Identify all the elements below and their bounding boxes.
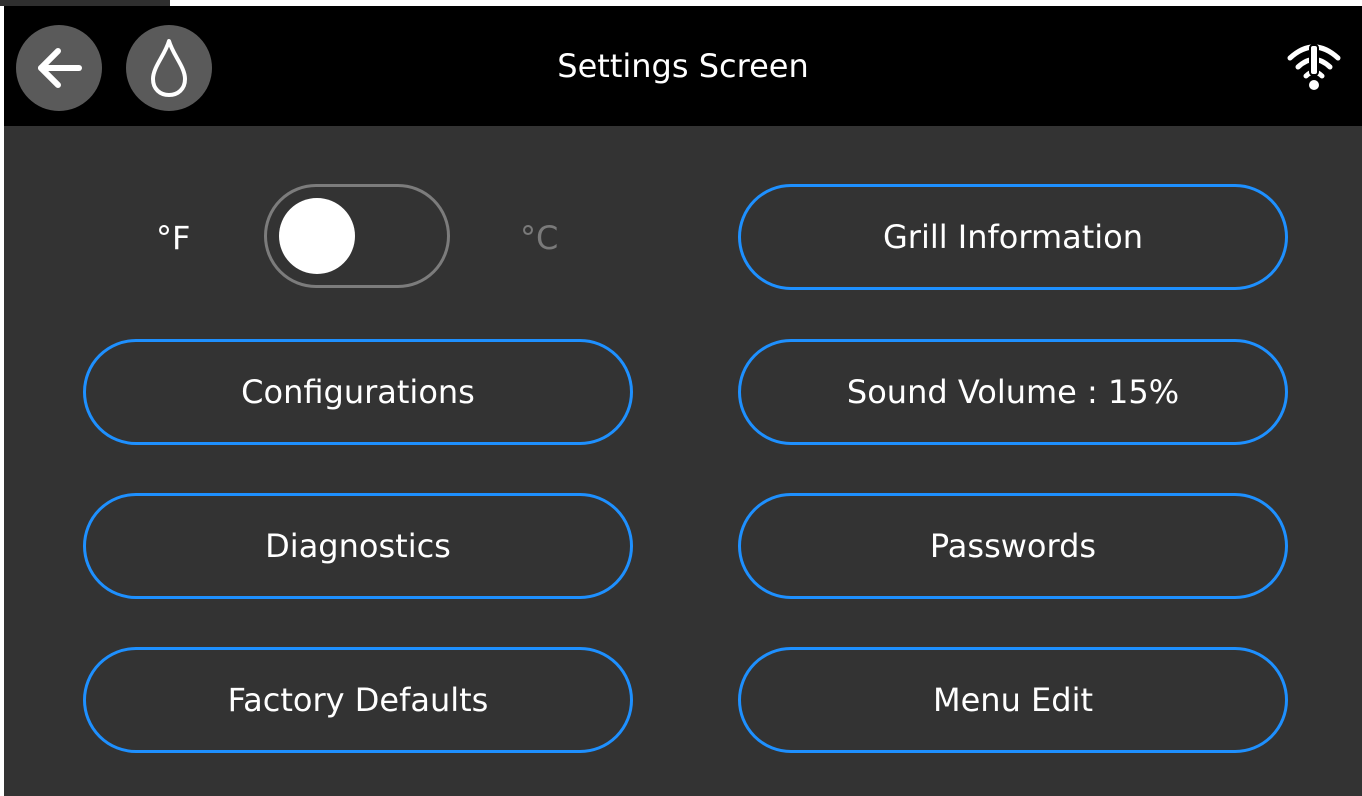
sound-volume-button[interactable]: Sound Volume : 15% [738, 339, 1288, 445]
factory-defaults-button[interactable]: Factory Defaults [83, 647, 633, 753]
diagnostics-label: Diagnostics [265, 527, 451, 565]
passwords-label: Passwords [929, 527, 1097, 565]
header-bar: Settings Screen [4, 6, 1362, 126]
menu-edit-label: Menu Edit [933, 681, 1093, 719]
grill-information-label: Grill Information [882, 218, 1144, 256]
toggle-knob [279, 198, 355, 274]
sound-volume-label: Sound Volume : 15% [846, 373, 1180, 411]
wifi-alert-icon [1287, 44, 1341, 90]
menu-edit-button[interactable]: Menu Edit [738, 647, 1288, 753]
passwords-button[interactable]: Passwords [738, 493, 1288, 599]
configurations-label: Configurations [241, 373, 475, 411]
factory-defaults-label: Factory Defaults [227, 681, 489, 719]
page-title: Settings Screen [557, 47, 809, 85]
configurations-button[interactable]: Configurations [83, 339, 633, 445]
celsius-label: °C [520, 219, 559, 257]
diagnostics-button[interactable]: Diagnostics [83, 493, 633, 599]
temperature-unit-toggle[interactable] [264, 184, 450, 288]
grill-information-button[interactable]: Grill Information [738, 184, 1288, 290]
fahrenheit-label: °F [156, 219, 191, 257]
settings-screen: Settings Screen °F °C Grill Information … [4, 6, 1362, 796]
